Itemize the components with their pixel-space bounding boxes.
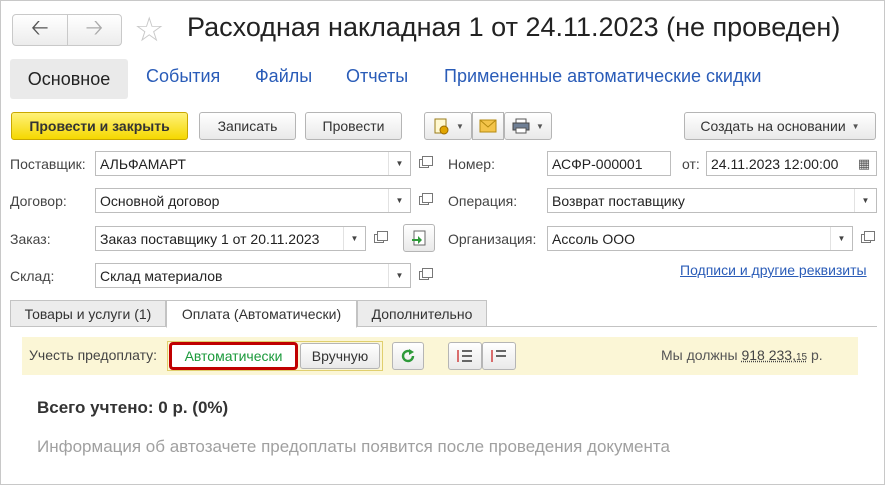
order-value: Заказ поставщику 1 от 20.11.2023 xyxy=(100,230,320,247)
warehouse-label: Склад: xyxy=(10,268,55,284)
fill-document-icon xyxy=(412,230,426,246)
favorite-star-icon[interactable]: ☆ xyxy=(134,10,164,50)
open-warehouse-icon[interactable] xyxy=(413,263,435,288)
tab-applied-discounts[interactable]: Примененные автоматические скидки xyxy=(444,66,761,87)
order-label: Заказ: xyxy=(10,231,51,247)
envelope-icon xyxy=(479,119,497,133)
history-nav: 🡠 🡢 xyxy=(12,14,122,46)
mode-manual-button[interactable]: Вручную xyxy=(300,343,380,369)
fill-from-order-button[interactable] xyxy=(403,224,435,252)
operation-value: Возврат поставщику xyxy=(552,192,685,209)
supplier-field[interactable]: АЛЬФАМАРТ ▼ xyxy=(95,151,411,176)
calendar-icon[interactable]: ▦ xyxy=(852,152,876,175)
date-value: 24.11.2023 12:00:00 xyxy=(711,155,839,172)
tab-payment[interactable]: Оплата (Автоматически) xyxy=(166,300,357,328)
post-button[interactable]: Провести xyxy=(305,112,402,140)
warehouse-value: Склад материалов xyxy=(100,267,223,284)
dropdown-arrow-icon[interactable]: ▼ xyxy=(343,227,365,250)
tab-files[interactable]: Файлы xyxy=(255,66,312,87)
page-title: Расходная накладная 1 от 24.11.2023 (не … xyxy=(187,12,841,42)
printer-icon xyxy=(512,118,530,134)
dropdown-arrow-icon[interactable]: ▼ xyxy=(388,152,410,175)
back-arrow-icon[interactable]: 🡠 xyxy=(13,15,67,45)
chevron-down-icon: ▼ xyxy=(851,121,860,131)
open-order-icon[interactable] xyxy=(368,226,390,251)
supplier-value: АЛЬФАМАРТ xyxy=(100,155,186,172)
order-field[interactable]: Заказ поставщику 1 от 20.11.2023 ▼ xyxy=(95,226,366,251)
dropdown-arrow-icon[interactable]: ▼ xyxy=(830,227,852,250)
list-icon xyxy=(457,350,472,362)
attach-file-button[interactable]: ▼ xyxy=(424,112,472,140)
dropdown-arrow-icon[interactable]: ▼ xyxy=(388,264,410,287)
signatures-link[interactable]: Подписи и другие реквизиты xyxy=(680,262,867,278)
mode-auto-button[interactable]: Автоматически xyxy=(169,342,298,370)
dropdown-arrow-icon[interactable]: ▼ xyxy=(388,189,410,212)
number-field[interactable]: АСФР-000001 xyxy=(547,151,671,176)
print-button[interactable]: ▼ xyxy=(504,112,552,140)
list-sort-button[interactable] xyxy=(448,342,482,370)
organization-value: Ассоль ООО xyxy=(552,230,635,247)
number-value: АСФР-000001 xyxy=(552,155,643,172)
prepayment-label: Учесть предоплату: xyxy=(29,347,158,363)
contract-label: Договор: xyxy=(10,193,67,209)
open-organization-icon[interactable] xyxy=(855,226,877,251)
we-owe-amount: 918 233, xyxy=(741,347,796,363)
organization-label: Организация: xyxy=(448,231,537,247)
save-button[interactable]: Записать xyxy=(199,112,296,140)
post-and-close-button[interactable]: Провести и закрыть xyxy=(11,112,188,140)
organization-field[interactable]: Ассоль ООО ▼ xyxy=(547,226,853,251)
tab-additional[interactable]: Дополнительно xyxy=(357,300,487,327)
date-label: от: xyxy=(682,156,700,172)
warehouse-field[interactable]: Склад материалов ▼ xyxy=(95,263,411,288)
we-owe-kop: 15 xyxy=(795,352,808,363)
chevron-down-icon: ▼ xyxy=(536,121,544,131)
chevron-down-icon: ▼ xyxy=(456,121,464,131)
tab-events[interactable]: События xyxy=(146,66,220,87)
tab-goods-services[interactable]: Товары и услуги (1) xyxy=(10,300,166,327)
tab-reports[interactable]: Отчеты xyxy=(346,66,408,87)
supplier-label: Поставщик: xyxy=(10,156,86,172)
contract-value: Основной договор xyxy=(100,192,220,209)
tab-main[interactable]: Основное xyxy=(10,59,128,99)
autooffset-info: Информация об автозачете предоплаты появ… xyxy=(37,437,670,456)
list-settings-button[interactable] xyxy=(482,342,516,370)
operation-label: Операция: xyxy=(448,193,518,209)
refresh-icon xyxy=(401,349,415,363)
send-email-button[interactable] xyxy=(472,112,504,140)
we-owe-summary: Мы должны 918 233,15 р. xyxy=(661,347,823,363)
open-supplier-icon[interactable] xyxy=(413,151,435,176)
dropdown-arrow-icon[interactable]: ▼ xyxy=(854,189,876,212)
create-based-on-label: Создать на основании xyxy=(700,118,846,134)
open-contract-icon[interactable] xyxy=(413,188,435,213)
operation-field[interactable]: Возврат поставщику ▼ xyxy=(547,188,877,213)
list-settings-icon xyxy=(491,350,506,362)
create-based-on-button[interactable]: Создать на основании ▼ xyxy=(684,112,876,140)
we-owe-amount-link[interactable]: 918 233,15 xyxy=(741,347,807,363)
we-owe-label: Мы должны xyxy=(661,347,738,363)
contract-field[interactable]: Основной договор ▼ xyxy=(95,188,411,213)
document-clip-icon xyxy=(434,118,449,135)
forward-arrow-icon[interactable]: 🡢 xyxy=(66,15,122,45)
number-label: Номер: xyxy=(448,156,495,172)
we-owe-currency: р. xyxy=(807,347,823,363)
date-field[interactable]: 24.11.2023 12:00:00 ▦ xyxy=(706,151,877,176)
refresh-button[interactable] xyxy=(392,342,424,370)
total-accounted: Всего учтено: 0 р. (0%) xyxy=(37,398,229,417)
